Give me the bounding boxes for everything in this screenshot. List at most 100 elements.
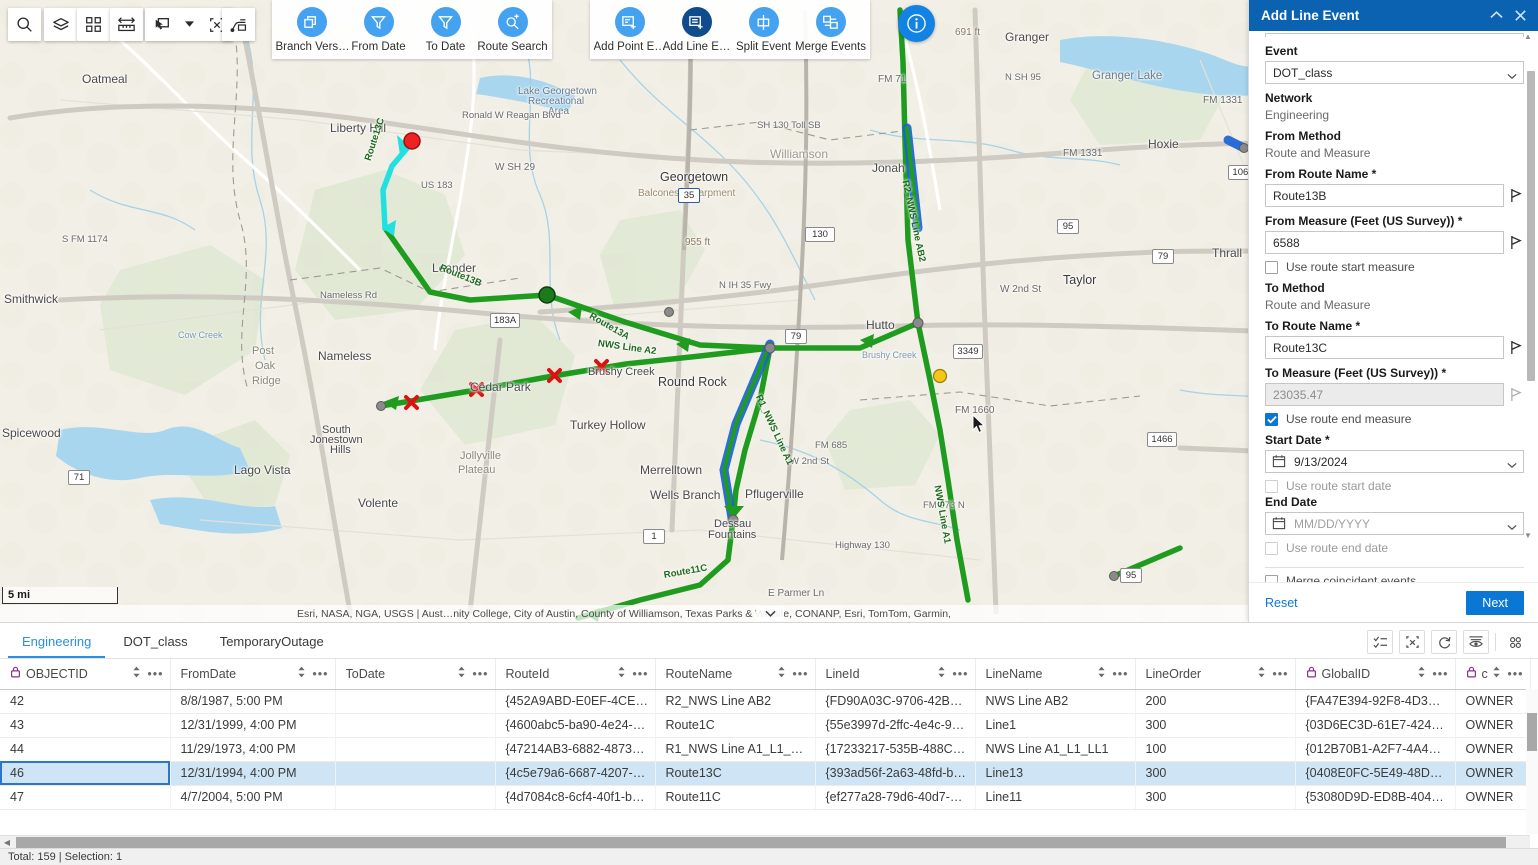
basemap-gallery-tool-group[interactable] bbox=[77, 8, 110, 41]
to-route-name-row[interactable] bbox=[1265, 336, 1524, 359]
command-add-line-e[interactable]: Add Line E… bbox=[663, 4, 730, 53]
sort-icon[interactable] bbox=[617, 666, 626, 681]
table-cell[interactable]: 42 bbox=[0, 689, 170, 713]
end-date-input[interactable] bbox=[1265, 512, 1524, 535]
use-route-end-date-row[interactable]: Use route end date bbox=[1265, 541, 1524, 555]
table-column-header[interactable]: LineName••• bbox=[975, 659, 1135, 689]
table-column-header[interactable]: ToDate••• bbox=[335, 659, 495, 689]
map-search-tool-group[interactable] bbox=[8, 8, 41, 41]
reset-button[interactable]: Reset bbox=[1265, 596, 1298, 610]
show-visible-fields-icon[interactable] bbox=[1463, 630, 1489, 654]
table-cell[interactable]: {53080D9D-ED8B-4044-9… bbox=[1295, 785, 1455, 809]
pick-route-from-icon[interactable] bbox=[1509, 186, 1524, 206]
use-route-end-measure-row[interactable]: Use route end measure bbox=[1265, 412, 1524, 426]
use-route-start-date-checkbox[interactable] bbox=[1265, 480, 1278, 493]
table-row[interactable]: 428/8/1987, 5:00 PM{452A9ABD-E0EF-4CEB-B… bbox=[0, 689, 1530, 713]
table-cell[interactable]: {03D6EC3D-61E7-424C-9… bbox=[1295, 713, 1455, 737]
measure-tool-group[interactable] bbox=[110, 8, 143, 41]
from-measure-input[interactable] bbox=[1265, 231, 1504, 254]
grid-gallery-icon[interactable] bbox=[77, 8, 110, 41]
from-measure-row[interactable] bbox=[1265, 231, 1524, 254]
table-horizontal-scroll-thumb[interactable] bbox=[16, 837, 1506, 848]
table-column-header[interactable]: FromDate••• bbox=[170, 659, 335, 689]
table-cell[interactable]: Line11 bbox=[975, 785, 1135, 809]
start-date-wrap[interactable] bbox=[1265, 450, 1524, 473]
table-cell[interactable]: {4600abc5-ba90-4e24-8a… bbox=[495, 713, 655, 737]
table-cell[interactable]: 300 bbox=[1135, 785, 1295, 809]
attribute-table-pane[interactable]: EngineeringDOT_classTemporaryOutage bbox=[0, 622, 1538, 865]
table-column-header[interactable]: LineId••• bbox=[815, 659, 975, 689]
table-cell[interactable]: 46 bbox=[0, 761, 170, 785]
table-column-header[interactable]: OBJECTID••• bbox=[0, 659, 170, 689]
column-menu-icon[interactable]: ••• bbox=[1272, 667, 1288, 681]
panel-body[interactable]: Event DOT_classTemporaryOutage Network E… bbox=[1249, 31, 1538, 582]
select-features-icon[interactable] bbox=[145, 8, 178, 41]
table-cell[interactable]: {FD90A03C-9706-42BC-9… bbox=[815, 689, 975, 713]
table-row[interactable]: 4411/29/1973, 4:00 PM{47214AB3-6882-4873… bbox=[0, 737, 1530, 761]
command-add-point-e[interactable]: Add Point E… bbox=[596, 4, 663, 53]
table-cell[interactable]: R1_NWS Line A1_L1_LL1 bbox=[655, 737, 815, 761]
table-cell[interactable]: {55e3997d-2ffc-4e4c-9a6… bbox=[815, 713, 975, 737]
merge-coincident-events-row[interactable]: Merge coincident events bbox=[1265, 574, 1524, 582]
use-route-start-measure-checkbox[interactable] bbox=[1265, 261, 1278, 274]
table-toolbar[interactable] bbox=[1361, 630, 1528, 654]
table-cell[interactable]: OWNER bbox=[1455, 689, 1530, 713]
measure-icon[interactable] bbox=[110, 8, 143, 41]
table-cell[interactable]: 11/29/1973, 4:00 PM bbox=[170, 737, 335, 761]
table-cell[interactable]: NWS Line AB2 bbox=[975, 689, 1135, 713]
attribute-grid[interactable]: OBJECTID•••FromDate•••ToDate•••RouteId••… bbox=[0, 659, 1538, 848]
column-menu-icon[interactable]: ••• bbox=[472, 667, 488, 681]
sort-icon[interactable] bbox=[777, 666, 786, 681]
table-cell[interactable]: {4d7084c8-6cf4-40f1-ba3… bbox=[495, 785, 655, 809]
from-route-name-row[interactable] bbox=[1265, 184, 1524, 207]
chevron-up-icon[interactable] bbox=[1484, 4, 1508, 28]
column-menu-icon[interactable]: ••• bbox=[1432, 667, 1448, 681]
table-column-header[interactable]: GlobalID••• bbox=[1295, 659, 1455, 689]
chevron-down-icon[interactable] bbox=[178, 8, 200, 41]
table-cell[interactable]: 4/7/2004, 5:00 PM bbox=[170, 785, 335, 809]
end-date-wrap[interactable] bbox=[1265, 512, 1524, 535]
selection-tool-group[interactable] bbox=[145, 8, 233, 41]
to-route-name-input[interactable] bbox=[1265, 336, 1504, 359]
column-menu-icon[interactable]: ••• bbox=[1112, 667, 1128, 681]
table-cell[interactable]: 12/31/1999, 4:00 PM bbox=[170, 713, 335, 737]
table-cell[interactable]: {452A9ABD-E0EF-4CEB-B… bbox=[495, 689, 655, 713]
from-route-name-input[interactable] bbox=[1265, 184, 1504, 207]
event-select[interactable]: DOT_classTemporaryOutage bbox=[1265, 61, 1524, 84]
table-horizontal-scrollbar[interactable]: ◀ bbox=[0, 835, 1530, 848]
sort-icon[interactable] bbox=[1492, 666, 1501, 681]
table-column-header[interactable]: create••• bbox=[1455, 659, 1530, 689]
table-cell[interactable] bbox=[335, 761, 495, 785]
table-cell[interactable] bbox=[335, 737, 495, 761]
table-cell[interactable]: 44 bbox=[0, 737, 170, 761]
command-route-search[interactable]: Route Search bbox=[479, 4, 546, 53]
tab-temporaryoutage[interactable]: TemporaryOutage bbox=[206, 634, 338, 658]
table-vertical-scroll-thumb[interactable] bbox=[1527, 713, 1537, 751]
table-vertical-scrollbar[interactable] bbox=[1526, 689, 1538, 834]
table-cell[interactable]: {ef277a28-79d6-40d7-be… bbox=[815, 785, 975, 809]
table-row[interactable]: 4612/31/1994, 4:00 PM{4c5e79a6-6687-4207… bbox=[0, 761, 1530, 785]
command-branch-vers[interactable]: Branch Vers… bbox=[278, 4, 345, 53]
pick-measure-from-icon[interactable] bbox=[1509, 233, 1524, 253]
tab-engineering[interactable]: Engineering bbox=[8, 634, 105, 658]
merge-coincident-events-checkbox[interactable] bbox=[1265, 575, 1278, 583]
lrs-command-group-primary[interactable]: Branch Vers…From DateTo DateRoute Search bbox=[272, 0, 552, 59]
table-cell[interactable]: 300 bbox=[1135, 761, 1295, 785]
table-cell[interactable]: {FA47E394-92F8-4D3B-A… bbox=[1295, 689, 1455, 713]
sort-icon[interactable] bbox=[457, 666, 466, 681]
column-menu-icon[interactable]: ••• bbox=[312, 667, 328, 681]
command-split-event[interactable]: Split Event bbox=[730, 4, 797, 53]
tab-dot-class[interactable]: DOT_class bbox=[109, 634, 201, 658]
event-select-wrap[interactable]: DOT_classTemporaryOutage bbox=[1265, 61, 1524, 84]
table-cell[interactable]: 12/31/1994, 4:00 PM bbox=[170, 761, 335, 785]
scroll-down-arrow-icon[interactable]: ▼ bbox=[1524, 532, 1532, 540]
table-cell[interactable]: {17233217-535B-488C-82… bbox=[815, 737, 975, 761]
attribution-expand-icon[interactable] bbox=[756, 606, 784, 621]
use-route-end-date-checkbox[interactable] bbox=[1265, 542, 1278, 555]
clear-selection-icon[interactable] bbox=[1399, 630, 1425, 654]
table-cell[interactable]: R2_NWS Line AB2 bbox=[655, 689, 815, 713]
table-cell[interactable]: 47 bbox=[0, 785, 170, 809]
panel-scrollbar-thumb[interactable] bbox=[1527, 71, 1535, 381]
column-menu-icon[interactable]: ••• bbox=[952, 667, 968, 681]
sort-icon[interactable] bbox=[297, 666, 306, 681]
